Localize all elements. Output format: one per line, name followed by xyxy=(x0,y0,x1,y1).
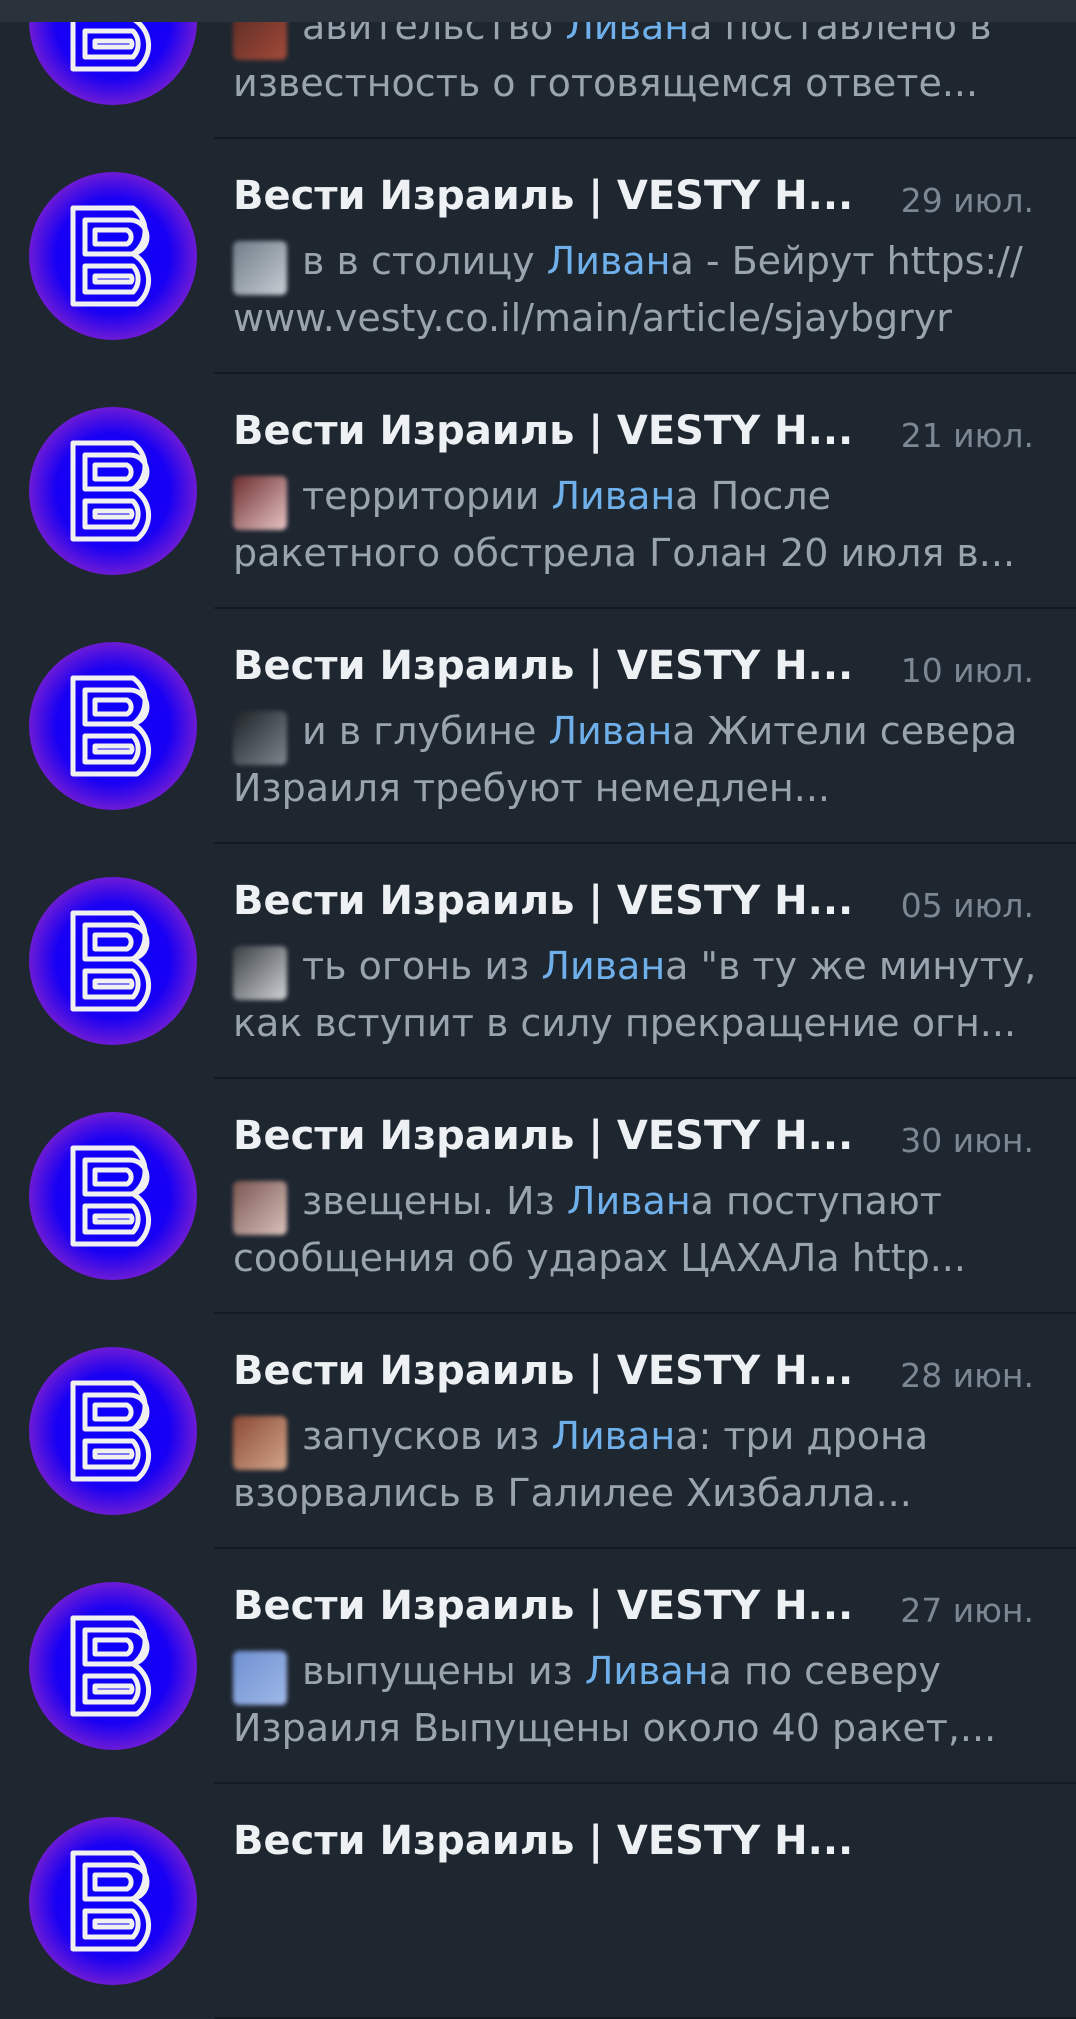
preview-text-after: а поступают xyxy=(690,1179,942,1223)
message-preview-line1: запусков из Ливана: три дрона xyxy=(302,1414,928,1458)
channel-avatar xyxy=(29,1112,197,1280)
channel-avatar xyxy=(29,642,197,810)
chat-date: 10 июл. xyxy=(900,651,1034,690)
preview-text-after: а Жители севера xyxy=(672,709,1018,753)
message-thumbnail xyxy=(233,1181,287,1235)
chat-date: 29 июл. xyxy=(900,181,1034,220)
search-highlight: Ливан xyxy=(551,474,676,518)
channel-logo-icon xyxy=(70,205,152,307)
chat-list-item[interactable]: Вести Израиль | VESTY Н... 21 июл. терри… xyxy=(0,374,1076,609)
channel-logo-icon xyxy=(70,440,152,542)
message-thumbnail xyxy=(233,946,287,1000)
chat-list-item[interactable]: Вести Израиль | VESTY Н... 29 июл. в в с… xyxy=(0,139,1076,374)
chat-list-item[interactable]: Вести Израиль | VESTY Н... 10 июл. и в г… xyxy=(0,609,1076,844)
message-preview-line2: сообщения об ударах ЦАХАЛа http... xyxy=(233,1236,966,1280)
channel-logo-icon xyxy=(70,1615,152,1717)
channel-logo-icon xyxy=(70,1850,152,1952)
message-thumbnail xyxy=(233,241,287,295)
search-highlight: Ливан xyxy=(548,709,673,753)
preview-text-after: а - Бейрут https:// xyxy=(670,239,1023,283)
search-highlight: Ливан xyxy=(546,239,671,283)
chat-title: Вести Израиль | VESTY Н... xyxy=(233,878,854,924)
chat-title: Вести Израиль | VESTY Н... xyxy=(233,173,854,219)
message-preview-line2: www.vesty.co.il/main/article/sjaybgryr xyxy=(233,296,952,340)
preview-text-before: звещены. Из xyxy=(302,1179,567,1223)
chat-list-item[interactable]: Вести Израиль | VESTY Н... xyxy=(0,1784,1076,2019)
chat-title: Вести Израиль | VESTY Н... xyxy=(233,1113,854,1159)
preview-text-before: территории xyxy=(302,474,552,518)
search-highlight: Ливан xyxy=(584,1649,709,1693)
channel-avatar xyxy=(29,172,197,340)
preview-text-before: выпущены из xyxy=(302,1649,585,1693)
message-preview-line2: как вступит в силу прекращение огн... xyxy=(233,1001,1017,1045)
preview-text-before: в в столицу xyxy=(302,239,547,283)
message-thumbnail xyxy=(233,1416,287,1470)
chat-list-item[interactable]: Вести Израиль | VESTY Н... 28 июн. запус… xyxy=(0,1314,1076,1549)
message-preview-line2: известность о готовящемся ответе... xyxy=(233,61,979,105)
channel-avatar xyxy=(29,1582,197,1750)
chat-list-item[interactable]: Вести Израиль | VESTY Н... 27 июн. выпущ… xyxy=(0,1549,1076,1784)
message-preview-line1: звещены. Из Ливана поступают xyxy=(302,1179,942,1223)
message-preview-line2: Израиля Выпущены около 40 ракет,... xyxy=(233,1706,997,1750)
message-preview-line1: и в глубине Ливана Жители севера xyxy=(302,709,1017,753)
channel-logo-icon xyxy=(70,910,152,1012)
message-preview-line2: ракетного обстрела Голан 20 июля в... xyxy=(233,531,1016,575)
preview-text-before: ть огонь из xyxy=(302,944,542,988)
chat-list: авительство Ливана поставлено в известно… xyxy=(0,0,1076,2019)
message-preview-line1: выпущены из Ливана по северу xyxy=(302,1649,941,1693)
channel-logo-icon xyxy=(70,1380,152,1482)
channel-avatar xyxy=(29,1347,197,1515)
message-preview-line2: Израиля требуют немедлен... xyxy=(233,766,831,810)
message-thumbnail xyxy=(233,476,287,530)
preview-text-after: а по северу xyxy=(708,1649,941,1693)
channel-avatar xyxy=(29,407,197,575)
chat-title: Вести Израиль | VESTY Н... xyxy=(233,643,854,689)
message-preview-line1: ть огонь из Ливана "в ту же минуту, xyxy=(302,944,1036,988)
chat-date: 21 июл. xyxy=(900,416,1034,455)
search-highlight: Ливан xyxy=(566,1179,691,1223)
preview-text-after: а "в ту же минуту, xyxy=(665,944,1037,988)
chat-list-item[interactable]: Вести Израиль | VESTY Н... 30 июн. звеще… xyxy=(0,1079,1076,1314)
chat-date: 30 июн. xyxy=(900,1121,1034,1160)
search-highlight: Ливан xyxy=(541,944,666,988)
preview-text-before: и в глубине xyxy=(302,709,549,753)
chat-list-item[interactable]: Вести Израиль | VESTY Н... 05 июл. ть ог… xyxy=(0,844,1076,1079)
status-bar xyxy=(0,0,1076,22)
chat-date: 27 июн. xyxy=(900,1591,1034,1630)
chat-title: Вести Израиль | VESTY Н... xyxy=(233,1348,854,1394)
chat-title: Вести Израиль | VESTY Н... xyxy=(233,1818,854,1864)
preview-text-before: запусков из xyxy=(302,1414,552,1458)
message-thumbnail xyxy=(233,711,287,765)
message-preview-line1: в в столицу Ливана - Бейрут https:// xyxy=(302,239,1023,283)
channel-logo-icon xyxy=(70,1145,152,1247)
search-highlight: Ливан xyxy=(551,1414,676,1458)
channel-logo-icon xyxy=(70,675,152,777)
preview-text-after: а После xyxy=(675,474,831,518)
chat-title: Вести Израиль | VESTY Н... xyxy=(233,1583,854,1629)
preview-text-after: а: три дрона xyxy=(675,1414,929,1458)
chat-title: Вести Израиль | VESTY Н... xyxy=(233,408,854,454)
message-preview-line1: территории Ливана После xyxy=(302,474,831,518)
channel-avatar xyxy=(29,1817,197,1985)
message-preview-line2: взорвались в Галилее Хизбалла... xyxy=(233,1471,912,1515)
chat-date: 05 июл. xyxy=(900,886,1034,925)
message-thumbnail xyxy=(233,1651,287,1705)
channel-avatar xyxy=(29,877,197,1045)
chat-date: 28 июн. xyxy=(900,1356,1034,1395)
